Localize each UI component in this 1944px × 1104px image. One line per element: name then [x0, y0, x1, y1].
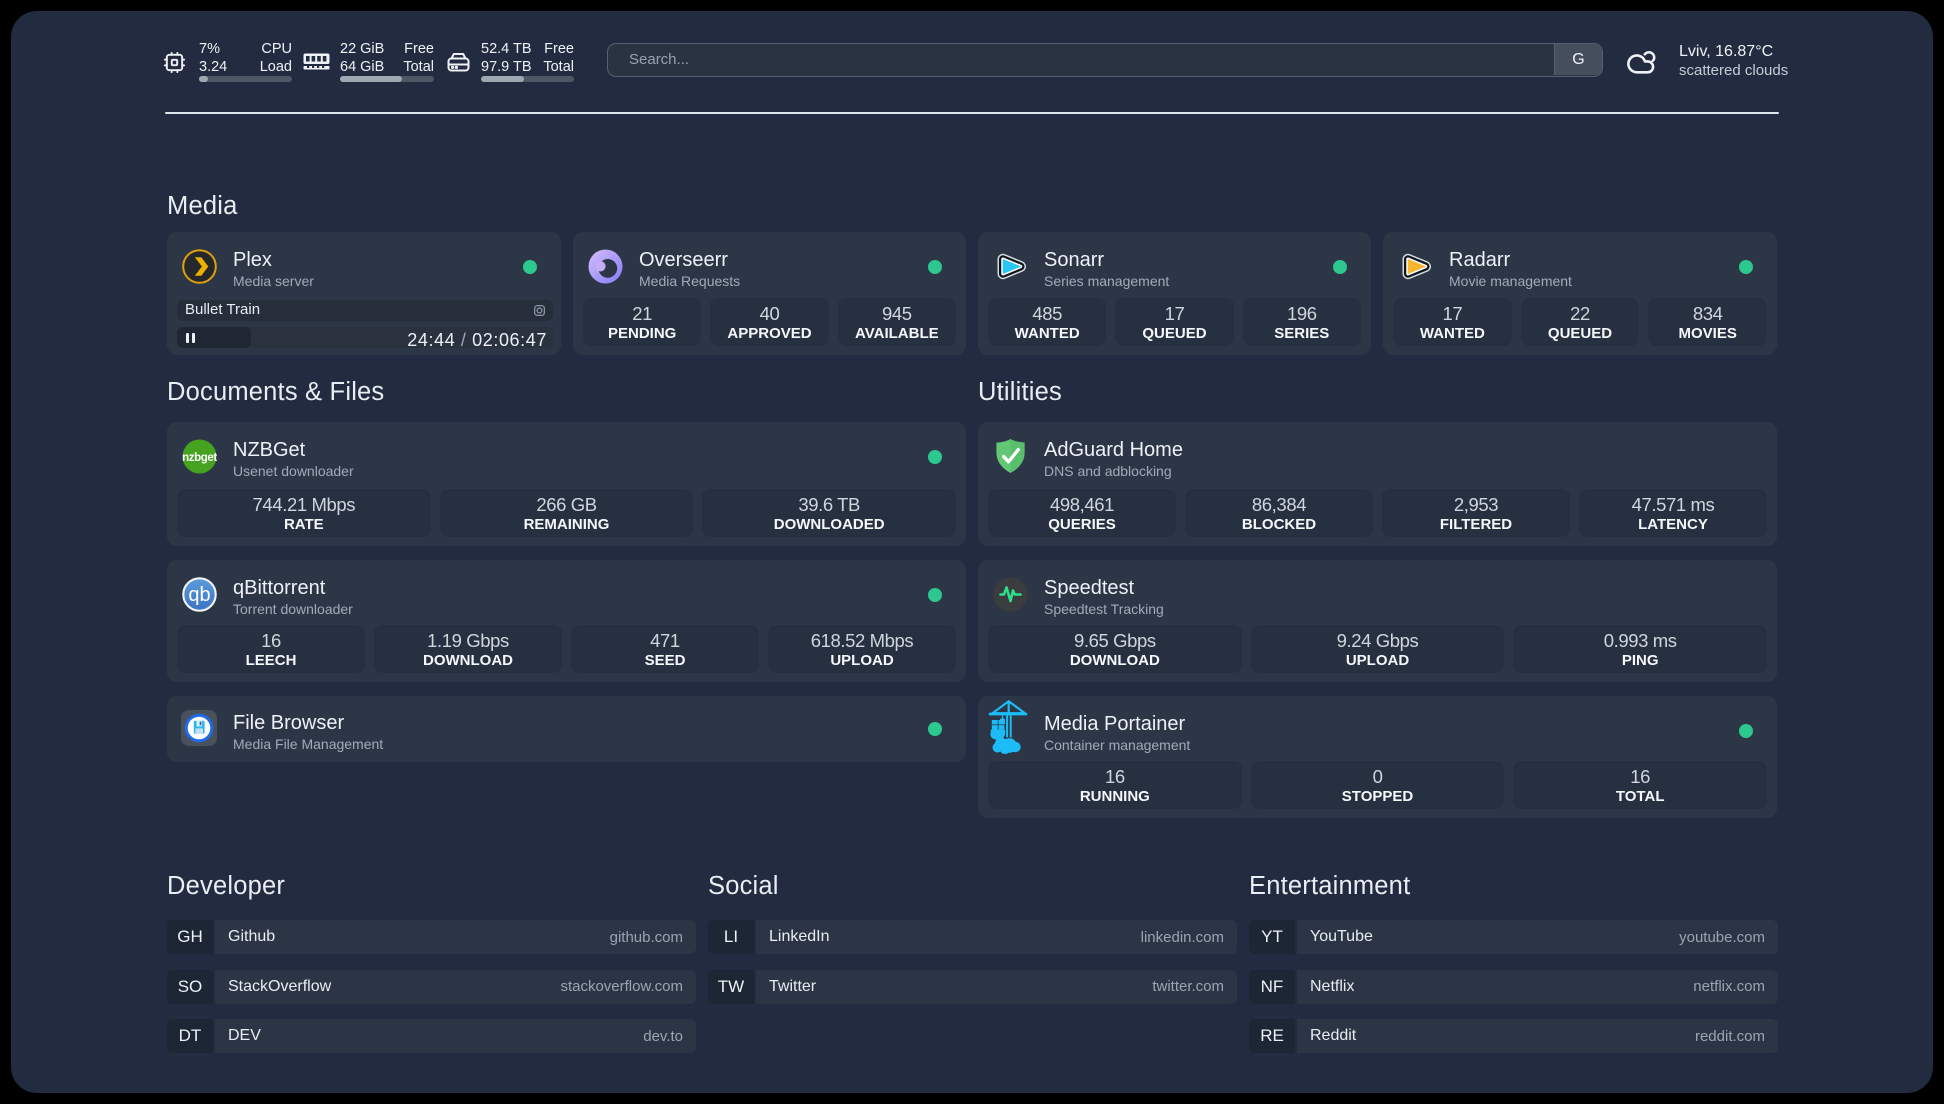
svg-text:nzbget: nzbget	[182, 452, 217, 464]
svg-text:qb: qb	[188, 584, 210, 606]
